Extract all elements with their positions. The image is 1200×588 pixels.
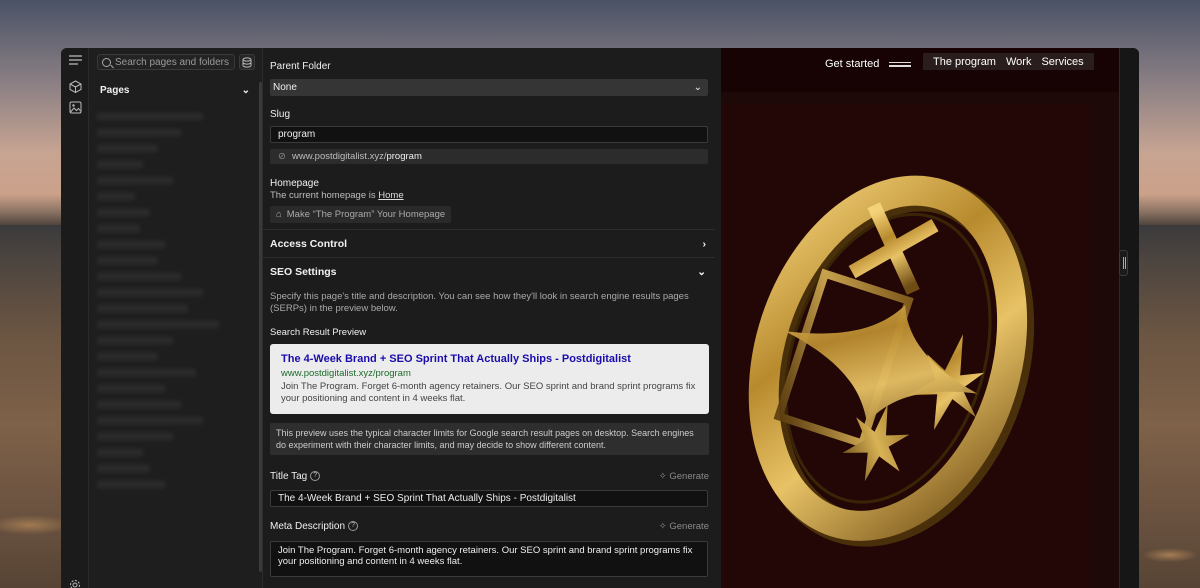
sparkle-icon: ✧ — [658, 471, 667, 482]
search-result-preview-label: Search Result Preview — [270, 327, 367, 338]
home-link[interactable]: Home — [378, 190, 403, 201]
page-url: ⊘ www.postdigitalist.xyz/program — [270, 149, 708, 164]
serp-preview: The 4-Week Brand + SEO Sprint That Actua… — [270, 344, 709, 414]
page-list-blurred — [97, 104, 249, 497]
settings-gear-icon[interactable] — [67, 577, 83, 588]
chevron-down-icon: ⌄ — [697, 265, 706, 278]
serp-title: The 4-Week Brand + SEO Sprint That Actua… — [281, 353, 631, 365]
gold-ring-logo — [748, 175, 1035, 547]
page-settings-panel: Parent Folder None ⌄ Slug program ⊘ www.… — [263, 48, 919, 588]
menu-icon[interactable] — [67, 52, 83, 68]
nav-the-program[interactable]: The program — [933, 56, 996, 68]
nav-work[interactable]: Work — [1006, 56, 1031, 68]
tool-rail — [61, 48, 89, 588]
seo-description: Specify this page's title and descriptio… — [270, 291, 689, 314]
resize-handle[interactable] — [1119, 250, 1128, 276]
seo-settings-section[interactable]: SEO Settings ⌄ — [263, 257, 715, 285]
search-input[interactable]: Search pages and folders — [97, 54, 235, 70]
title-tag-label: Title Tag? — [270, 471, 321, 482]
database-icon — [242, 56, 252, 68]
nav-services[interactable]: Services — [1041, 56, 1083, 68]
pages-scrollbar[interactable] — [259, 82, 262, 572]
nav-links: The program Work Services — [923, 53, 1094, 70]
search-icon — [102, 57, 111, 67]
url-slug: program — [386, 151, 422, 162]
generate-title-button[interactable]: ✧ Generate — [659, 471, 709, 482]
hero-stage — [721, 104, 1089, 588]
site-preview: Get started The program Work Services — [721, 48, 1119, 588]
hamburger-icon[interactable] — [889, 60, 911, 69]
parent-folder-label: Parent Folder — [270, 61, 331, 72]
homepage-text: The current homepage is Home — [270, 190, 404, 201]
chevron-down-icon: ⌄ — [241, 85, 250, 96]
url-prefix: www.postdigitalist.xyz/ — [291, 151, 387, 162]
slug-label: Slug — [270, 109, 291, 120]
database-button[interactable] — [239, 54, 255, 70]
image-icon[interactable] — [67, 99, 83, 115]
serp-url: www.postdigitalist.xyz/program — [281, 368, 411, 379]
editor-window: Search pages and folders Pages ⌄ Parent … — [61, 48, 1139, 588]
home-icon: ⌂ — [276, 209, 282, 220]
help-icon[interactable]: ? — [348, 521, 359, 532]
sparkle-icon: ✧ — [658, 521, 667, 532]
get-started-link[interactable]: Get started — [825, 58, 879, 70]
title-tag-input[interactable]: The 4-Week Brand + SEO Sprint That Actua… — [270, 490, 708, 507]
make-homepage-button[interactable]: ⌂ Make “The Program” Your Homepage — [270, 206, 452, 223]
meta-description-label: Meta Description? — [270, 521, 359, 532]
link-icon: ⊘ — [278, 151, 286, 162]
cube-icon[interactable] — [67, 78, 83, 94]
pages-panel: Search pages and folders Pages ⌄ — [89, 48, 263, 588]
preview-note: This preview uses the typical character … — [270, 423, 709, 455]
access-control-section[interactable]: Access Control › — [263, 229, 715, 257]
help-icon[interactable]: ? — [310, 471, 321, 482]
search-placeholder: Search pages and folders — [115, 56, 229, 68]
parent-folder-select[interactable]: None ⌄ — [270, 79, 708, 96]
pages-heading[interactable]: Pages ⌄ — [100, 85, 250, 96]
meta-description-textarea[interactable]: Join The Program. Forget 6-month agency … — [270, 541, 708, 577]
serp-description: Join The Program. Forget 6-month agency … — [281, 381, 696, 404]
generate-meta-button[interactable]: ✧ Generate — [659, 521, 709, 532]
slug-input[interactable]: program — [270, 126, 708, 143]
site-nav: Get started The program Work Services — [721, 48, 1119, 92]
chevron-down-icon: ⌄ — [693, 82, 702, 93]
preview-side-gutter — [1119, 48, 1139, 588]
chevron-right-icon: › — [702, 237, 707, 250]
homepage-label: Homepage — [270, 178, 319, 189]
